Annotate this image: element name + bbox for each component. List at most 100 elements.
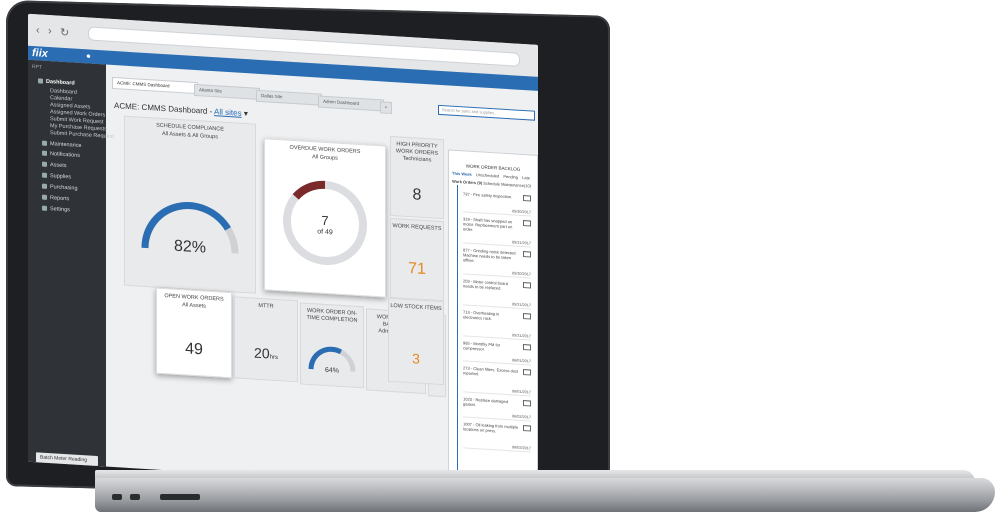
print-icon[interactable] — [523, 400, 531, 407]
user-icon[interactable]: ● — [86, 51, 91, 60]
print-icon[interactable] — [523, 195, 531, 202]
backlog-row[interactable]: 985 - Monthly PM for compressor. 06/01/20… — [463, 340, 531, 366]
backlog-row-text: 1023 - Replace damaged gasket. — [463, 396, 508, 408]
ontime-completion-tile[interactable]: WORK ORDER ON-TIME COMPLETION 64% — [300, 302, 364, 389]
sidebar-item-label: Dashboard — [46, 78, 75, 87]
logoff-button[interactable]: Log Off — [54, 479, 78, 491]
sidebar-item-supplies[interactable]: Supplies — [42, 172, 72, 181]
backlog-row-date: 06/02/2017 — [511, 414, 531, 420]
tile-title: WORK ORDER ON-TIME COMPLETION — [306, 307, 358, 324]
sd-slot — [160, 494, 200, 500]
help-button[interactable]: Help — [34, 478, 50, 490]
backlog-row[interactable]: 203 - Motor control board needs to be re… — [463, 278, 531, 310]
gear-icon — [42, 161, 47, 167]
tab-unscheduled[interactable]: Unscheduled — [476, 172, 499, 178]
laptop-base — [95, 478, 995, 512]
backlog-row-text: 319 - Shaft has snapped on motor. Replac… — [463, 216, 513, 232]
add-tab-button[interactable]: + — [380, 101, 392, 115]
sidebar-item-reports[interactable]: Reports — [42, 194, 70, 203]
print-icon[interactable] — [523, 282, 531, 289]
backlog-row-date: 05/31/2017 — [511, 302, 531, 308]
batch-meter-reading-select[interactable]: Batch Meter Reading — [36, 452, 98, 467]
tab-acme-dashboard[interactable]: ACME: CMMS Dashboard — [112, 76, 198, 95]
sidebar-item-settings[interactable]: Settings — [42, 205, 70, 214]
backlog-row[interactable]: 1007 - Oil leaking from multiple locatio… — [463, 421, 531, 453]
sidebar-item-purchasing[interactable]: Purchasing — [42, 183, 78, 192]
sidebar-item-label: Reports — [50, 195, 70, 203]
backlog-row-date: 06/02/2017 — [511, 445, 531, 451]
back-icon[interactable]: ‹ — [36, 24, 40, 36]
sidebar-item-label: Purchasing — [50, 184, 78, 192]
open-work-orders-tile[interactable]: OPEN WORK ORDERS All Assets 49 — [156, 287, 232, 379]
print-icon[interactable] — [523, 251, 531, 258]
sidebar-item-label: Notifications — [50, 151, 80, 159]
forward-icon[interactable]: › — [48, 25, 52, 37]
usb-port — [112, 494, 122, 500]
print-icon[interactable] — [523, 369, 531, 376]
backlog-row-date: 05/31/2017 — [511, 333, 531, 339]
tile-title: LOW STOCK ITEMS — [390, 302, 442, 313]
sidebar-item-assets[interactable]: Assets — [42, 161, 67, 170]
mttr-tile[interactable]: MTTR 20hrs — [234, 296, 298, 383]
box-icon — [42, 172, 47, 178]
filter-select[interactable]: Schedule Maintenance(10) — [483, 181, 531, 189]
sidebar-item-maintenance[interactable]: Maintenance — [42, 140, 82, 149]
backlog-row-text: 985 - Monthly PM for compressor. — [463, 340, 501, 352]
print-icon[interactable] — [523, 425, 531, 432]
print-icon[interactable] — [523, 313, 531, 320]
tile-title: WORK REQUESTS — [392, 223, 442, 233]
app-logo: fiix — [32, 47, 48, 60]
backlog-row-date: 05/31/2017 — [511, 240, 531, 246]
dashboard-icon — [38, 78, 43, 84]
print-icon[interactable] — [523, 344, 531, 351]
backlog-row[interactable]: 737 - Fire safety inspection. 05/30/2017 — [463, 191, 531, 217]
schedule-compliance-tile[interactable]: SCHEDULE COMPLIANCE All Assets & All Gro… — [124, 115, 256, 294]
tab-dallas-site[interactable]: Dallas Site — [256, 89, 322, 106]
sites-dropdown[interactable]: All sites — [214, 107, 242, 118]
backlog-row[interactable]: 319 - Shaft has snapped on motor. Replac… — [463, 216, 531, 248]
backlog-row-text: 203 - Motor control board needs to be re… — [463, 278, 508, 291]
dashboard-title: ACME: CMMS Dashboard - — [114, 101, 213, 117]
usb-port — [130, 494, 140, 500]
panel-filter: Work Orders (9) Schedule Maintenance(10) — [452, 179, 531, 189]
mttr-number: 20 — [254, 344, 270, 362]
tab-admin-dashboard[interactable]: Admin Dashboard — [318, 95, 384, 112]
sidebar-item-label: Settings — [50, 206, 70, 214]
settings-icon — [42, 205, 47, 211]
work-requests-value: 71 — [408, 259, 426, 279]
low-stock-items-tile[interactable]: LOW STOCK ITEMS 3 — [388, 297, 444, 386]
sidebar-item-notifications[interactable]: Notifications — [42, 150, 80, 159]
tab-this-week[interactable]: This Week — [452, 171, 472, 177]
reload-icon[interactable]: ↻ — [60, 26, 69, 40]
sidebar-item-label: Supplies — [50, 173, 72, 181]
tab-late[interactable]: Late — [522, 175, 530, 180]
high-priority-value: 8 — [412, 186, 422, 204]
cart-icon — [42, 183, 47, 189]
mttr-unit: hrs — [269, 354, 278, 362]
laptop-lid: ‹ › ↻ fiix ● RPT Dashboard Dashboard Cal… — [6, 0, 610, 502]
high-priority-tile[interactable]: HIGH PRIORITY WORK ORDERS Technicians 8 — [390, 135, 444, 220]
sidebar-item-label: Assets — [50, 162, 67, 170]
open-work-orders-value: 49 — [185, 340, 203, 359]
low-stock-value: 3 — [412, 350, 420, 367]
work-order-backlog-panel: WORK ORDER BACKLOG This Week Unscheduled… — [448, 149, 538, 493]
backlog-row-date: 06/01/2017 — [511, 389, 531, 395]
wrench-icon — [42, 140, 47, 146]
backlog-row[interactable]: 713 - Overheating in electronics rack. 05… — [463, 309, 531, 341]
tile-title: HIGH PRIORITY WORK ORDERS — [395, 141, 439, 157]
mttr-value: 20hrs — [235, 343, 297, 363]
search-input[interactable]: Search for parts and supplies... — [438, 104, 535, 121]
backlog-row-text: 273 - Clean filters. Excess dust reporte… — [463, 365, 519, 377]
backlog-row-date: 05/30/2017 — [511, 271, 531, 277]
sidebar-item-dashboard[interactable]: Dashboard — [38, 78, 75, 87]
work-requests-tile[interactable]: WORK REQUESTS 71 — [390, 217, 444, 302]
backlog-row[interactable]: 1023 - Replace damaged gasket. 06/02/2017 — [463, 396, 531, 422]
chart-icon — [42, 194, 47, 200]
backlog-row[interactable]: 273 - Clean filters. Excess dust reporte… — [463, 365, 531, 397]
backlog-row[interactable]: 877 - Grinding noise detected. Machine n… — [463, 247, 531, 279]
tab-atlanta-site[interactable]: Atlanta Site — [194, 83, 260, 100]
overdue-work-orders-tile[interactable]: OVERDUE WORK ORDERS All Groups 7 of 49 — [264, 138, 386, 298]
backlog-row-date: 05/30/2017 — [511, 209, 531, 215]
print-icon[interactable] — [523, 220, 531, 227]
tab-pending[interactable]: Pending — [503, 174, 518, 180]
